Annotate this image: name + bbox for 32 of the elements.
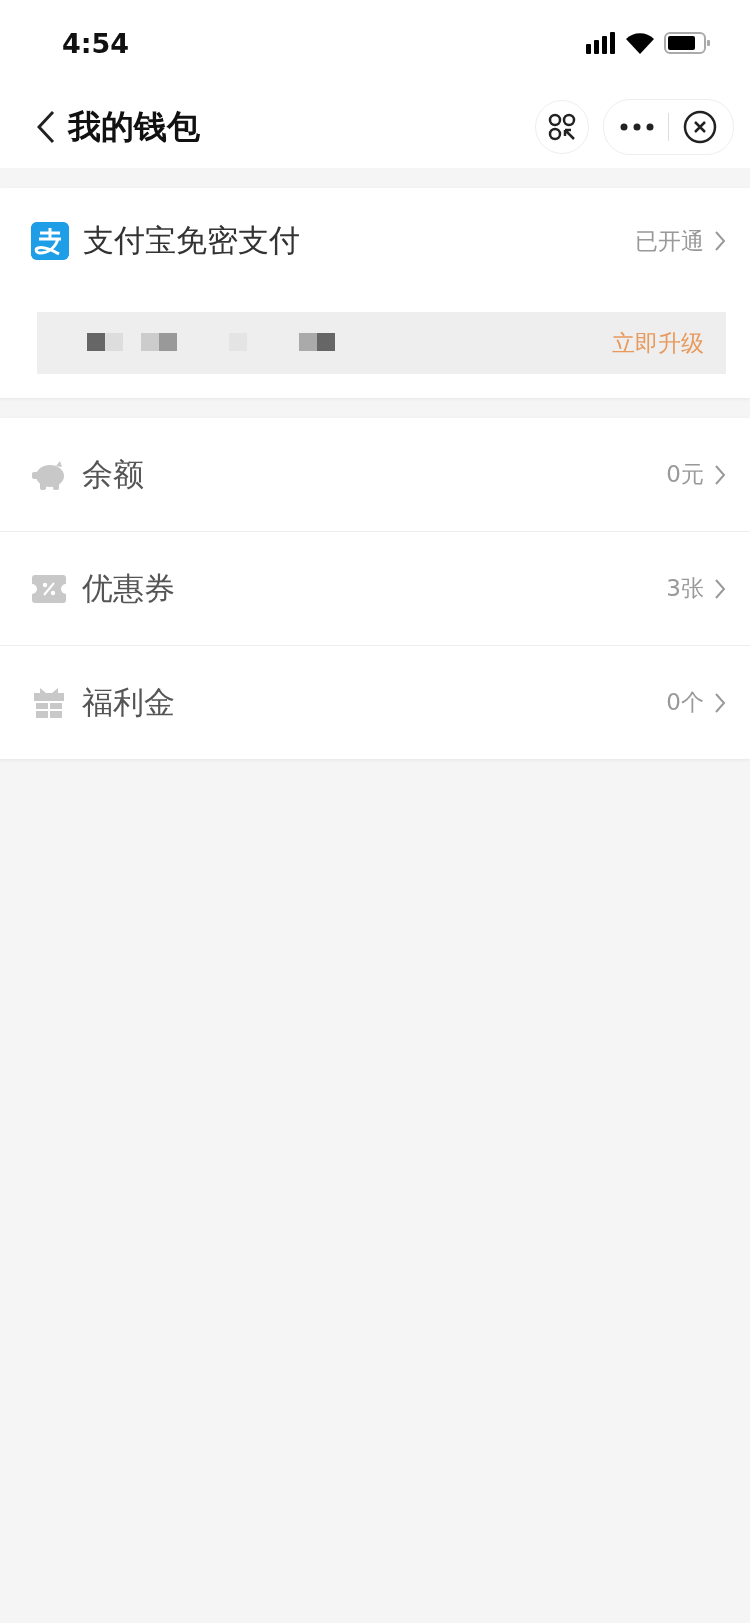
circles-arrow-button[interactable] [535, 100, 589, 154]
circles-arrow-icon [548, 113, 576, 141]
gift-icon [34, 687, 64, 718]
wallet-value: 0元 [666, 460, 704, 489]
more-icon [620, 123, 654, 131]
wallet-row[interactable]: 优惠券 3张 [0, 531, 750, 645]
chevron-right-icon [714, 463, 726, 486]
wallet-label: 余额 [82, 454, 145, 494]
coupon-icon [32, 574, 66, 603]
wallet-row[interactable]: 余额 0元 [0, 418, 750, 531]
wifi-icon [626, 32, 654, 54]
payment-status: 已开通 [635, 226, 704, 256]
close-icon [683, 110, 717, 144]
page-title: 我的钱包 [68, 105, 201, 148]
payment-logo-icon [31, 222, 69, 260]
signal-icon [586, 32, 616, 54]
payment-title: 支付宝免密支付 [83, 221, 301, 260]
payment-row[interactable]: 支付宝免密支付 已开通 [31, 210, 726, 272]
close-button[interactable] [683, 110, 717, 144]
wallet-value: 3张 [666, 574, 704, 603]
chevron-right-icon [714, 577, 726, 600]
more-button[interactable] [620, 123, 654, 131]
wallet-row[interactable]: 福利金 0个 [0, 645, 750, 759]
wallet-label: 福利金 [82, 682, 176, 722]
wallet-label: 优惠券 [82, 568, 176, 608]
battery-icon [664, 32, 710, 54]
back-icon [37, 110, 55, 144]
piggy-bank-icon [32, 459, 66, 490]
chevron-right-icon [714, 230, 726, 252]
status-time: 4:54 [62, 27, 130, 59]
wallet-value: 0个 [666, 688, 704, 717]
chevron-right-icon [714, 691, 726, 714]
